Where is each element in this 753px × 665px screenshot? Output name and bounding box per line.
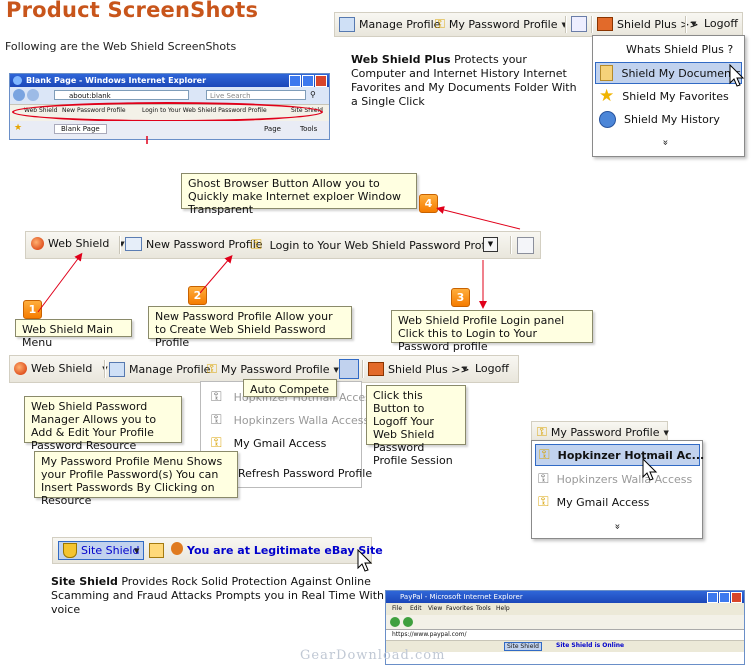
profile-item-gmail[interactable]: ⚿ My Gmail Access xyxy=(538,494,649,510)
web-shield-logo-icon xyxy=(14,362,27,375)
ghost-browser-button[interactable] xyxy=(339,359,359,379)
menu-file[interactable]: File xyxy=(392,603,402,614)
logoff-button[interactable]: Logoff xyxy=(475,362,509,375)
key-icon: ⚿ xyxy=(537,425,547,440)
key-icon: ⚿ xyxy=(211,389,222,405)
chevron-down-icon: ▼ xyxy=(663,428,669,437)
key-icon: ⚿ xyxy=(211,435,222,451)
shield-plus-icon xyxy=(368,362,384,376)
window-minimize-icon[interactable] xyxy=(707,592,718,603)
profile-item-label: Refresh Password Profile xyxy=(238,467,373,480)
profile-menu-note: My Password Profile Menu Shows your Prof… xyxy=(34,451,238,507)
menu-view[interactable]: View xyxy=(428,603,442,614)
menu-favorites[interactable]: Favorites xyxy=(446,603,473,614)
ribbon-badge-icon xyxy=(171,542,183,555)
menu-expand-more[interactable]: » xyxy=(612,523,623,529)
site-shield-desc-bold: Site Shield xyxy=(51,575,118,588)
profile-item-label: Hopkinzers Walla Access xyxy=(556,472,693,486)
sheet-icon xyxy=(149,543,164,558)
profile-item-walla[interactable]: ⚿ Hopkinzers Walla Access xyxy=(538,471,692,487)
web-shield-main-menu-note: Web Shield Main Menu xyxy=(15,319,132,349)
key-icon: ⚿ xyxy=(211,412,222,428)
paypal-window-title: PayPal - Microsoft Internet Explorer xyxy=(400,593,523,601)
web-shield-button[interactable]: Web Shield ▼ xyxy=(14,362,108,375)
shield-plus-button[interactable]: Shield Plus >> xyxy=(368,362,470,376)
my-password-label: My Password Profile xyxy=(220,363,330,376)
profile-item-hotmail[interactable]: ⚿ Hopkinzer Hotmail Ac... xyxy=(535,444,704,466)
profile-item-gmail[interactable]: ⚿ My Gmail Access xyxy=(211,435,326,451)
logoff-note: Click this Button to Logoff Your Web Shi… xyxy=(366,385,466,467)
my-password-profile-button[interactable]: ⚿ My Password Profile ▼ xyxy=(537,425,669,440)
logoff-label: Logoff xyxy=(475,362,509,375)
window-close-icon[interactable] xyxy=(731,592,742,603)
manage-profile-label: Manage Profile xyxy=(129,363,211,376)
back-icon[interactable] xyxy=(390,617,400,627)
login-panel-note: Web Shield Profile Login panel Click thi… xyxy=(391,310,593,353)
manage-profile-icon xyxy=(109,362,125,377)
profile-menu-right: ⚿ Hopkinzer Hotmail Ac... ⚿ Hopkinzers W… xyxy=(531,440,704,539)
paypal-site-shield-status: Site Shield is Online xyxy=(556,642,625,649)
password-manager-note: Web Shield Password Manager Allows you t… xyxy=(24,396,182,452)
profile-item-label: Hopkinzer Hotmail Ac... xyxy=(557,448,705,462)
auto-compete-note: Auto Compete xyxy=(243,379,337,397)
paypal-site-shield-button[interactable]: Site Shield xyxy=(504,642,542,651)
site-shield-label: Site Shield xyxy=(81,544,140,557)
mouse-cursor-icon xyxy=(642,458,658,481)
shield-icon xyxy=(63,543,77,558)
key-icon: ⚿ xyxy=(538,494,549,510)
key-icon: ⚿ xyxy=(538,471,549,487)
profile-item-label: Hopkinzers Walla Access xyxy=(233,413,370,427)
chevron-down-icon[interactable]: ▼ xyxy=(462,365,467,373)
paypal-address-bar[interactable]: https://www.paypal.com/ xyxy=(392,630,467,640)
key-icon: ⚿ xyxy=(207,362,217,377)
my-password-profile-button[interactable]: ⚿ My Password Profile ▼ xyxy=(207,362,339,377)
profile-item-label: My Gmail Access xyxy=(556,495,650,509)
profile-item-walla[interactable]: ⚿ Hopkinzers Walla Access xyxy=(211,412,369,428)
site-shield-button[interactable]: Site Shield xyxy=(58,541,145,560)
menu-edit[interactable]: Edit xyxy=(410,603,422,614)
chevron-down-icon[interactable]: ▼ xyxy=(134,547,139,555)
profile-header-bar: ⚿ My Password Profile ▼ xyxy=(531,421,669,442)
profile-item-refresh[interactable]: Refresh Password Profile xyxy=(238,467,372,480)
watermark: GearDownload.com xyxy=(300,648,446,663)
site-shield-toolbar: Site Shield ▼ You are at Legitimate eBay… xyxy=(52,537,383,564)
key-icon: ⚿ xyxy=(539,447,550,463)
window-maximize-icon[interactable] xyxy=(719,592,730,603)
site-status-label: You are at Legitimate eBay Site xyxy=(187,544,383,557)
menu-help[interactable]: Help xyxy=(496,603,510,614)
mouse-cursor-icon xyxy=(357,549,373,572)
web-shield-label: Web Shield xyxy=(31,362,93,375)
shield-plus-label: Shield Plus >> xyxy=(388,362,470,376)
menu-tools[interactable]: Tools xyxy=(476,603,491,614)
manage-profile-button[interactable]: Manage Profile xyxy=(109,362,210,377)
site-shield-description: Site Shield Provides Rock Solid Protecti… xyxy=(51,575,391,617)
profile-header-label: My Password Profile xyxy=(550,426,660,439)
forward-icon[interactable] xyxy=(403,617,413,627)
profile-item-label: My Gmail Access xyxy=(233,436,327,450)
new-profile-note: New Password Profile Allow your to Creat… xyxy=(148,306,352,349)
